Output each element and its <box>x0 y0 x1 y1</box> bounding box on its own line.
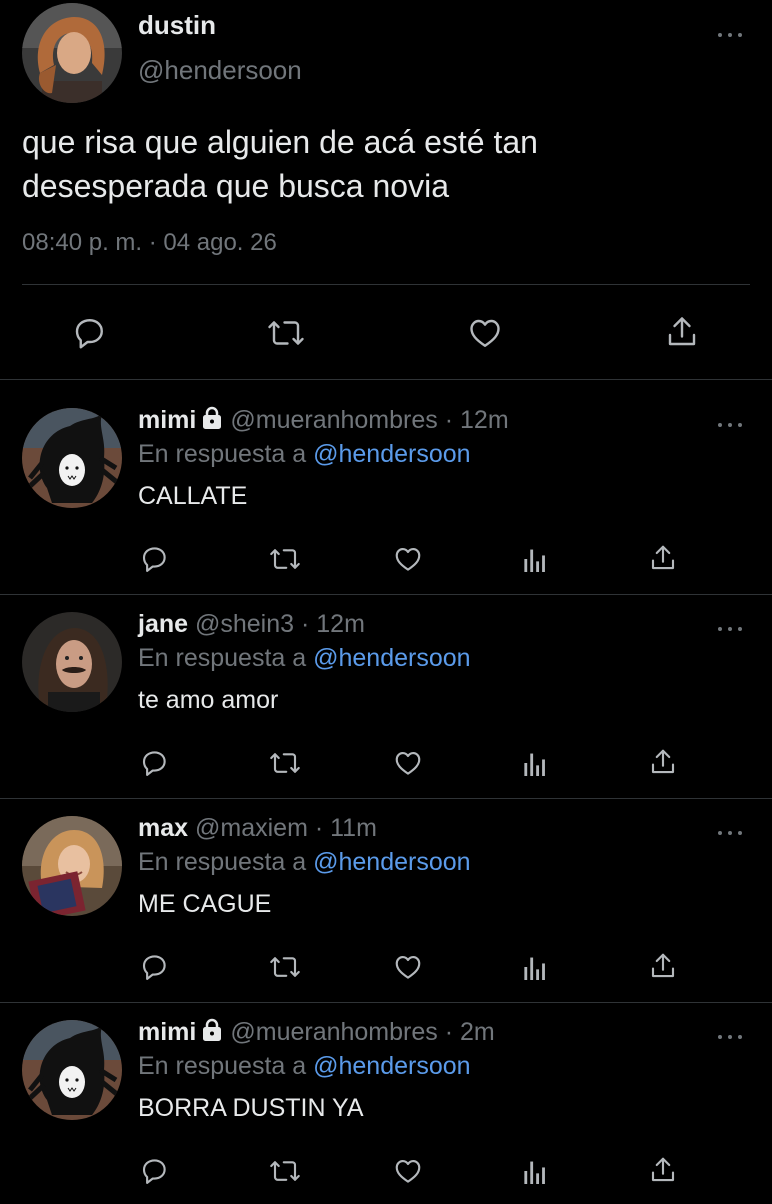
reply-time: · 12m <box>444 406 509 434</box>
retweet-icon[interactable] <box>268 544 302 574</box>
author-name[interactable]: mimi <box>138 1018 196 1046</box>
mention-link[interactable]: @hendersoon <box>313 440 470 468</box>
share-icon[interactable] <box>664 313 700 351</box>
author-name[interactable]: mimi <box>138 406 196 434</box>
reply-text: te amo amor <box>138 686 279 714</box>
divider <box>22 284 750 285</box>
more-icon[interactable] <box>718 420 744 430</box>
more-icon[interactable] <box>718 1032 744 1042</box>
author-handle[interactable]: @mueranhombres <box>230 1018 437 1046</box>
lock-icon <box>200 1018 224 1049</box>
like-icon[interactable] <box>392 544 424 574</box>
reply-prefix: En respuesta a <box>138 644 307 672</box>
reply-prefix: En respuesta a <box>138 848 307 876</box>
analytics-icon[interactable] <box>522 544 548 574</box>
reply-actions <box>0 946 772 986</box>
author-handle[interactable]: @mueranhombres <box>230 406 437 434</box>
reply-prefix: En respuesta a <box>138 1052 307 1080</box>
like-icon[interactable] <box>466 315 504 351</box>
avatar[interactable] <box>22 816 122 916</box>
analytics-icon[interactable] <box>522 748 548 778</box>
tweet-timestamp[interactable]: 08:40 p. m. · 04 ago. 26 <box>22 229 277 257</box>
reply-header: mimi @mueranhombres · 12m <box>138 406 509 437</box>
retweet-icon[interactable] <box>266 315 306 351</box>
reply-tweet[interactable]: jane @shein3 · 12m En respuesta a @hende… <box>0 592 772 796</box>
reply-icon[interactable] <box>138 952 170 982</box>
reply-header: jane @shein3 · 12m <box>138 610 365 639</box>
share-icon[interactable] <box>648 746 678 778</box>
reply-tweet[interactable]: max @maxiem · 11m En respuesta a @hender… <box>0 796 772 1000</box>
share-icon[interactable] <box>648 1154 678 1186</box>
avatar[interactable] <box>22 408 122 508</box>
reply-icon[interactable] <box>138 544 170 574</box>
mention-link[interactable]: @hendersoon <box>313 848 470 876</box>
main-tweet: dustin @hendersoon que risa que alguien … <box>0 0 772 380</box>
divider <box>0 379 772 380</box>
like-icon[interactable] <box>392 952 424 982</box>
reply-text: BORRA DUSTIN YA <box>138 1094 364 1122</box>
retweet-icon[interactable] <box>268 952 302 982</box>
analytics-icon[interactable] <box>522 1156 548 1186</box>
author-handle[interactable]: @hendersoon <box>138 55 302 86</box>
avatar[interactable] <box>22 3 122 103</box>
reply-icon[interactable] <box>138 748 170 778</box>
reply-icon[interactable] <box>70 315 108 351</box>
mention-link[interactable]: @hendersoon <box>313 1052 470 1080</box>
reply-text: ME CAGUE <box>138 890 272 918</box>
share-icon[interactable] <box>648 542 678 574</box>
tweet-text-line: que risa que alguien de acá esté tan <box>22 124 538 160</box>
tweet-text: que risa que alguien de acá esté tan des… <box>22 120 742 208</box>
reply-actions <box>0 1150 772 1190</box>
author-name[interactable]: jane <box>138 610 188 638</box>
author-name[interactable]: dustin <box>138 10 216 41</box>
more-icon[interactable] <box>718 624 744 634</box>
replying-to: En respuesta a @hendersoon <box>138 644 471 673</box>
reply-time: · 12m <box>301 610 365 638</box>
reply-header: mimi @mueranhombres · 2m <box>138 1018 495 1049</box>
author-handle[interactable]: @shein3 <box>195 610 294 638</box>
reply-header: max @maxiem · 11m <box>138 814 377 843</box>
avatar[interactable] <box>22 1020 122 1120</box>
like-icon[interactable] <box>392 1156 424 1186</box>
author-handle[interactable]: @maxiem <box>195 814 308 842</box>
reply-icon[interactable] <box>138 1156 170 1186</box>
reply-actions <box>0 538 772 578</box>
tweet-text-line: desesperada que busca novia <box>22 168 449 204</box>
reply-prefix: En respuesta a <box>138 440 307 468</box>
reply-text: CALLATE <box>138 482 248 510</box>
retweet-icon[interactable] <box>268 1156 302 1186</box>
reply-actions <box>0 742 772 782</box>
replying-to: En respuesta a @hendersoon <box>138 1052 471 1081</box>
retweet-icon[interactable] <box>268 748 302 778</box>
reply-time: · 11m <box>314 814 377 842</box>
more-icon[interactable] <box>718 30 744 40</box>
analytics-icon[interactable] <box>522 952 548 982</box>
avatar[interactable] <box>22 612 122 712</box>
lock-icon <box>200 406 224 437</box>
like-icon[interactable] <box>392 748 424 778</box>
author-name[interactable]: max <box>138 814 188 842</box>
tweet-actions <box>0 300 772 360</box>
replying-to: En respuesta a @hendersoon <box>138 848 471 877</box>
replying-to: En respuesta a @hendersoon <box>138 440 471 469</box>
share-icon[interactable] <box>648 950 678 982</box>
reply-tweet[interactable]: mimi @mueranhombres · 2m En respuesta a @… <box>0 1000 772 1204</box>
more-icon[interactable] <box>718 828 744 838</box>
reply-tweet[interactable]: mimi @mueranhombres · 12m En respuesta a … <box>0 388 772 592</box>
mention-link[interactable]: @hendersoon <box>313 644 470 672</box>
reply-time: · 2m <box>444 1018 495 1046</box>
